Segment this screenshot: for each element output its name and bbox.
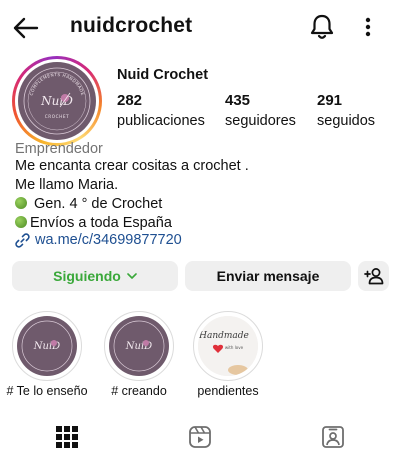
following-button[interactable]: Siguiendo [12, 261, 178, 291]
add-user-icon [363, 268, 383, 285]
link-icon [15, 232, 30, 248]
highlight-label: # Te lo enseño [6, 384, 88, 398]
green-circle-emoji-icon [15, 216, 27, 228]
stat-following[interactable]: 291 seguidos [317, 92, 375, 129]
profile-link[interactable]: wa.me/c/34699877720 [15, 232, 182, 248]
stat-posts-label: publicaciones [117, 113, 205, 129]
highlight-cover-logo: NuiD [17, 316, 77, 376]
notifications-button[interactable] [309, 13, 335, 41]
profile-header: nuidcrochet [0, 0, 400, 54]
bio-line-3: Gen. 4 ° de Crochet [15, 196, 162, 212]
vertical-dots-icon [365, 17, 371, 37]
story-highlight-creando[interactable]: NuiD # creando [104, 311, 174, 398]
highlight-cover-photo: Handmade with love [198, 316, 258, 376]
avatar-border: COMPLEMENTS HANDMADE NuiD CROCHET [15, 59, 99, 143]
highlight-image-text: Handmade [198, 331, 249, 341]
highlight-label: pendientes [197, 384, 259, 398]
tab-tagged[interactable] [322, 426, 346, 450]
profile-link-text: wa.me/c/34699877720 [35, 232, 182, 248]
reels-icon [189, 426, 211, 448]
profile-avatar[interactable]: COMPLEMENTS HANDMADE NuiD CROCHET [12, 56, 102, 146]
tab-posts-grid[interactable] [56, 426, 80, 450]
highlight-ring: NuiD [12, 311, 82, 381]
arrow-left-icon [13, 17, 39, 39]
send-message-label: Enviar mensaje [216, 268, 320, 284]
suggest-users-button[interactable] [358, 261, 389, 291]
avatar-bottom-text: CROCHET [45, 114, 70, 119]
bio-line-2: Me llamo Maria. [15, 177, 119, 193]
highlight-ring: Handmade with love [193, 311, 263, 381]
profile-category: Emprendedor [15, 141, 103, 157]
stat-followers[interactable]: 435 seguidores [225, 92, 296, 129]
stat-posts[interactable]: 282 publicaciones [117, 92, 205, 129]
highlight-image-subtext: with love [225, 345, 244, 350]
stat-followers-label: seguidores [225, 113, 296, 129]
svg-text:COMPLEMENTS HANDMADE: COMPLEMENTS HANDMADE [29, 72, 86, 96]
following-button-label: Siguiendo [53, 268, 121, 284]
send-message-button[interactable]: Enviar mensaje [185, 261, 351, 291]
chevron-down-icon [127, 272, 137, 279]
back-button[interactable] [12, 14, 40, 42]
stat-following-label: seguidos [317, 113, 376, 129]
highlight-ring: NuiD [104, 311, 174, 381]
avatar-logo: COMPLEMENTS HANDMADE NuiD CROCHET [18, 62, 96, 140]
highlight-cover-logo: NuiD [109, 316, 169, 376]
story-highlight-te-lo-enseno[interactable]: NuiD # Te lo enseño [6, 311, 88, 398]
profile-tab-bar [0, 418, 400, 459]
stat-followers-value: 435 [225, 92, 251, 109]
bio-line-3-text: Gen. 4 ° de Crochet [30, 196, 163, 212]
display-name: Nuid Crochet [117, 67, 209, 83]
bio-line-1: Me encanta crear cositas a crochet . [15, 158, 249, 174]
stat-following-value: 291 [317, 92, 343, 109]
grid-icon [56, 426, 78, 448]
more-options-button[interactable] [360, 14, 376, 40]
stat-posts-value: 282 [117, 92, 143, 109]
tab-reels[interactable] [189, 426, 213, 450]
tagged-icon [322, 426, 344, 448]
avatar-top-text: COMPLEMENTS HANDMADE [29, 72, 85, 96]
highlight-label: # creando [111, 384, 167, 398]
bio-line-4-text: Envíos a toda España [30, 215, 172, 231]
profile-username: nuidcrochet [70, 14, 193, 37]
avatar-logo-graphic: COMPLEMENTS HANDMADE NuiD CROCHET [23, 67, 91, 135]
bell-icon [310, 14, 334, 39]
story-highlight-pendientes[interactable]: Handmade with love pendientes [193, 311, 263, 398]
bio-line-4: Envíos a toda España [15, 215, 172, 231]
green-circle-emoji-icon [15, 197, 27, 209]
